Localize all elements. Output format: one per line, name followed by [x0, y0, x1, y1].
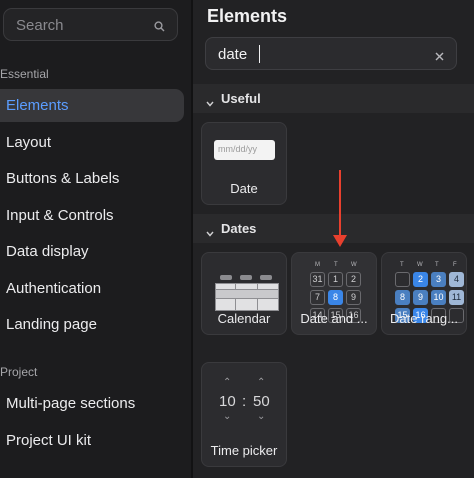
- chevron-down-icon: [206, 225, 214, 240]
- day-cell: 2: [346, 272, 361, 287]
- time-separator: :: [242, 393, 247, 410]
- sidebar-item-authentication[interactable]: Authentication: [0, 272, 184, 305]
- sidebar-item-buttons-labels[interactable]: Buttons & Labels: [0, 162, 184, 195]
- group-label: Useful: [221, 91, 261, 106]
- clear-icon[interactable]: [435, 48, 444, 66]
- minutes-value: 50: [253, 393, 270, 410]
- element-card-calendar[interactable]: Calendar: [201, 252, 287, 335]
- day-cell: [395, 272, 410, 287]
- day-cell-in-range: 9: [413, 290, 428, 305]
- chevron-up-icon: ⌃: [223, 377, 232, 388]
- card-label: Date: [230, 181, 258, 196]
- sidebar-item-elements[interactable]: Elements: [0, 89, 184, 122]
- chevron-down-icon: [206, 95, 214, 110]
- annotation-arrow: [339, 170, 341, 238]
- day-cell: 31: [310, 272, 325, 287]
- sidebar-item-label: Buttons & Labels: [6, 170, 120, 187]
- text-caret: [259, 45, 260, 63]
- sidebar-item-multi-page-sections[interactable]: Multi-page sections: [0, 387, 184, 420]
- group-label: Dates: [221, 221, 257, 236]
- sidebar-item-label: Data display: [6, 243, 89, 260]
- sidebar-item-layout[interactable]: Layout: [0, 126, 184, 159]
- sidebar-item-landing-page[interactable]: Landing page: [0, 308, 184, 341]
- card-label: Date and ...: [300, 311, 368, 326]
- card-label: Time picker: [210, 443, 278, 458]
- sidebar-item-label: Layout: [6, 134, 52, 151]
- element-card-date-and-time[interactable]: M T W 31 1 2 7 8 9 14 15 16 Date and ...: [291, 252, 377, 335]
- section-project-heading: Project: [0, 365, 38, 379]
- chevron-down-icon: ⌄: [257, 411, 266, 422]
- sidebar-item-label: Input & Controls: [6, 207, 114, 224]
- sidebar-item-input-controls[interactable]: Input & Controls: [0, 199, 184, 232]
- sidebar: Search Essential Elements Layout Buttons…: [0, 0, 191, 478]
- section-essential-heading: Essential: [0, 67, 49, 81]
- day-cell-in-range: 8: [395, 290, 410, 305]
- sidebar-item-project-ui-kit[interactable]: Project UI kit: [0, 424, 184, 457]
- sidebar-item-label: Elements: [6, 97, 69, 114]
- sidebar-item-label: Multi-page sections: [6, 395, 136, 412]
- day-cell-in-range: 4: [449, 272, 464, 287]
- group-header-useful[interactable]: Useful: [193, 84, 474, 113]
- sidebar-item-label: Authentication: [6, 280, 102, 297]
- day-cell-range-start: 2: [413, 272, 428, 287]
- element-card-time-picker[interactable]: ⌃ ⌃ 10 : 50 ⌄ ⌄ Time picker: [201, 362, 287, 467]
- filter-value: date: [218, 46, 248, 63]
- day-cell: 7: [310, 290, 325, 305]
- chevron-down-icon: ⌄: [223, 411, 232, 422]
- panel-title: Elements: [207, 6, 288, 26]
- card-label: Calendar: [217, 311, 271, 326]
- day-cell: 1: [328, 272, 343, 287]
- sidebar-item-label: Landing page: [6, 316, 97, 333]
- date-input-preview: mm/dd/yy: [214, 140, 275, 160]
- day-cell-in-range: 11: [449, 290, 464, 305]
- element-filter-input[interactable]: date: [205, 37, 457, 70]
- chevron-up-icon: ⌃: [257, 377, 266, 388]
- search-placeholder: Search: [16, 17, 64, 34]
- day-cell-selected: 8: [328, 290, 343, 305]
- search-icon: [154, 19, 165, 37]
- day-cell: 9: [346, 290, 361, 305]
- hours-value: 10: [219, 393, 236, 410]
- sidebar-search-input[interactable]: Search: [3, 8, 178, 41]
- element-card-date-range[interactable]: T W T F 2 3 4 8 9 10 11 15 16 Date rang.…: [381, 252, 467, 335]
- arrow-head-icon: [333, 235, 347, 247]
- card-label: Date rang...: [390, 311, 458, 326]
- day-cell-in-range: 3: [431, 272, 446, 287]
- sidebar-item-data-display[interactable]: Data display: [0, 235, 184, 268]
- element-card-date[interactable]: mm/dd/yy Date: [201, 122, 287, 205]
- day-cell-in-range: 10: [431, 290, 446, 305]
- sidebar-item-label: Project UI kit: [6, 432, 92, 449]
